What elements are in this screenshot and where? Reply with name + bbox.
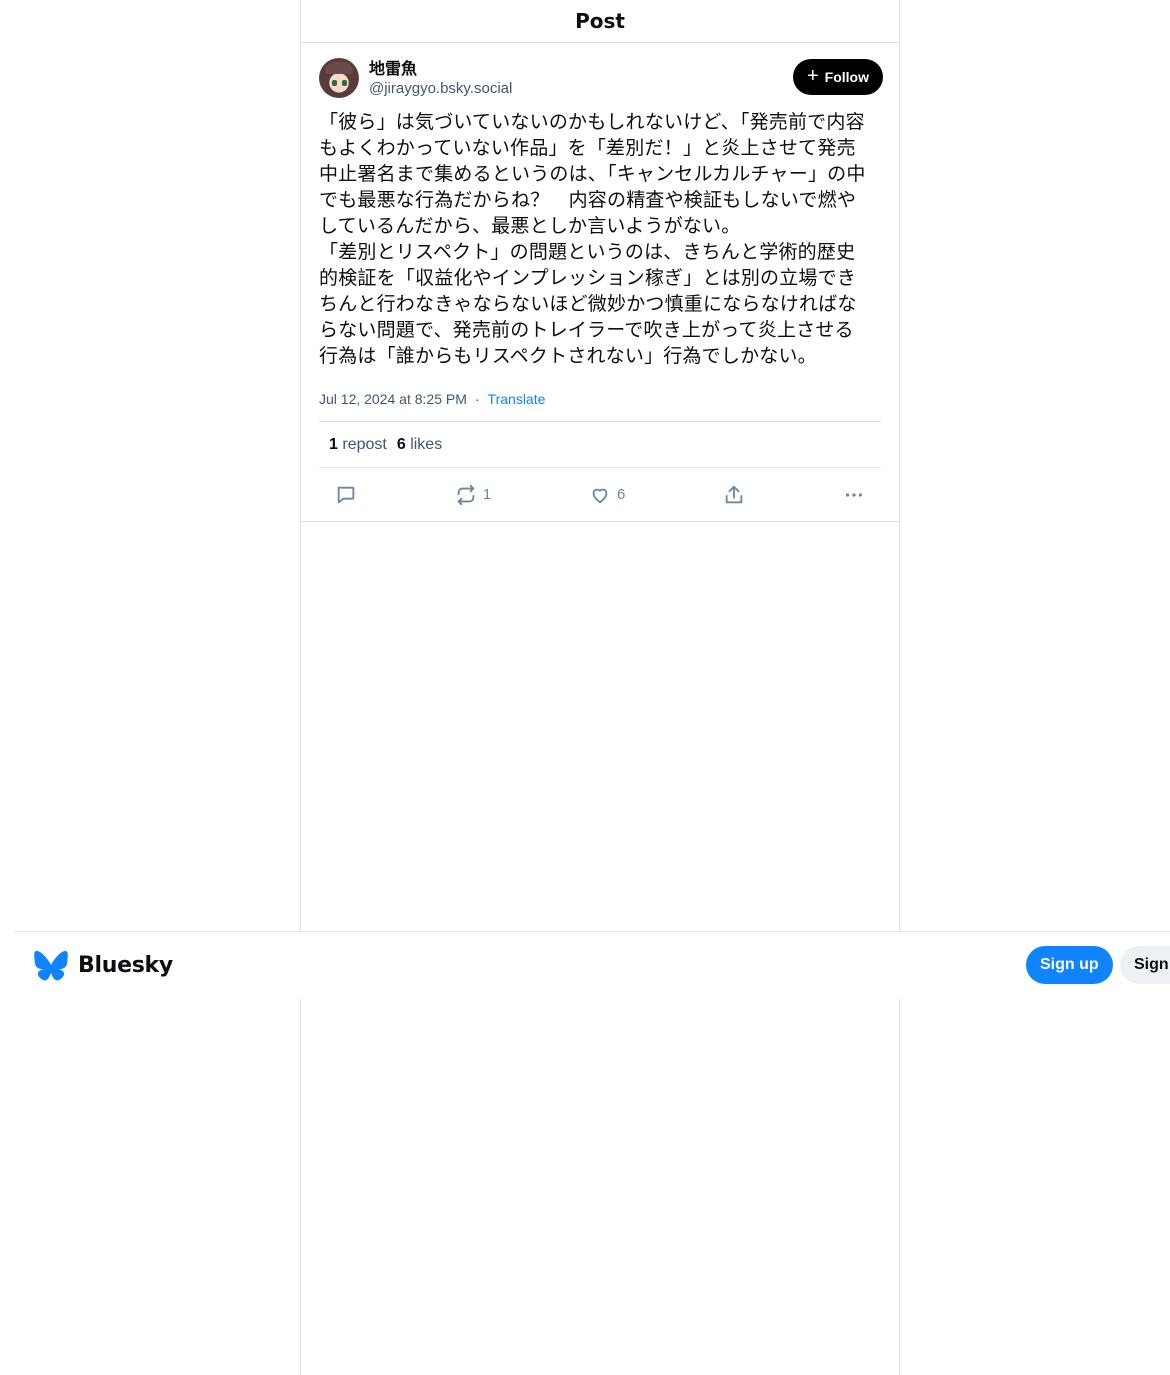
like-count: 6 [617, 486, 626, 503]
share-icon [725, 485, 743, 503]
brand-name: Bluesky [78, 953, 173, 978]
post-stats: 1 repost 6 likes [319, 421, 881, 468]
bluesky-logo[interactable]: Bluesky [34, 950, 173, 981]
like-button[interactable]: 6 [589, 484, 625, 506]
sign-in-button[interactable]: Sign in [1120, 946, 1170, 984]
sign-up-button[interactable]: Sign up [1026, 946, 1113, 984]
plus-icon: + [806, 64, 819, 87]
repost-count: 1 [482, 486, 492, 503]
follow-button[interactable]: + Follow [792, 59, 883, 95]
post-thread-item: 地雷魚 @jiraygyo.bsky.social + Follow 「彼ら」は… [301, 43, 899, 522]
more-icon [845, 492, 863, 497]
translate-link[interactable]: Translate [488, 391, 546, 407]
repost-icon [457, 484, 475, 505]
reply-icon [337, 486, 355, 503]
meta-separator: · [474, 391, 480, 407]
post-actions: 1 6 [301, 468, 899, 522]
heart-icon [592, 488, 608, 503]
page-title: Post [575, 9, 625, 33]
post-text: 「彼ら」は気づいていないのかもしれないけど、「発売前で内容もよくわかっていない作… [319, 111, 866, 367]
follow-label: Follow [824, 69, 869, 85]
bottom-bar: Bluesky Sign up Sign in [14, 931, 1170, 999]
page-header: Post [301, 0, 899, 43]
post-meta: Jul 12, 2024 at 8:25 PM · Translate [319, 391, 881, 407]
main-column: Post 地雷魚 @jiraygyo.bsky.social + Follow … [300, 0, 900, 1375]
reply-button[interactable] [335, 484, 357, 506]
share-button[interactable] [723, 484, 745, 506]
author-handle[interactable]: @jiraygyo.bsky.social [369, 79, 512, 99]
post-timestamp[interactable]: Jul 12, 2024 at 8:25 PM [319, 391, 467, 407]
avatar[interactable] [319, 58, 359, 98]
author-info: 地雷魚 @jiraygyo.bsky.social [369, 57, 512, 99]
repost-button[interactable]: 1 [455, 484, 491, 506]
more-options-button[interactable] [843, 484, 865, 506]
likes-stat[interactable]: 6 likes [397, 436, 442, 454]
butterfly-icon [34, 950, 68, 980]
author-display-name[interactable]: 地雷魚 [369, 59, 512, 79]
reposts-stat[interactable]: 1 repost [329, 436, 387, 454]
